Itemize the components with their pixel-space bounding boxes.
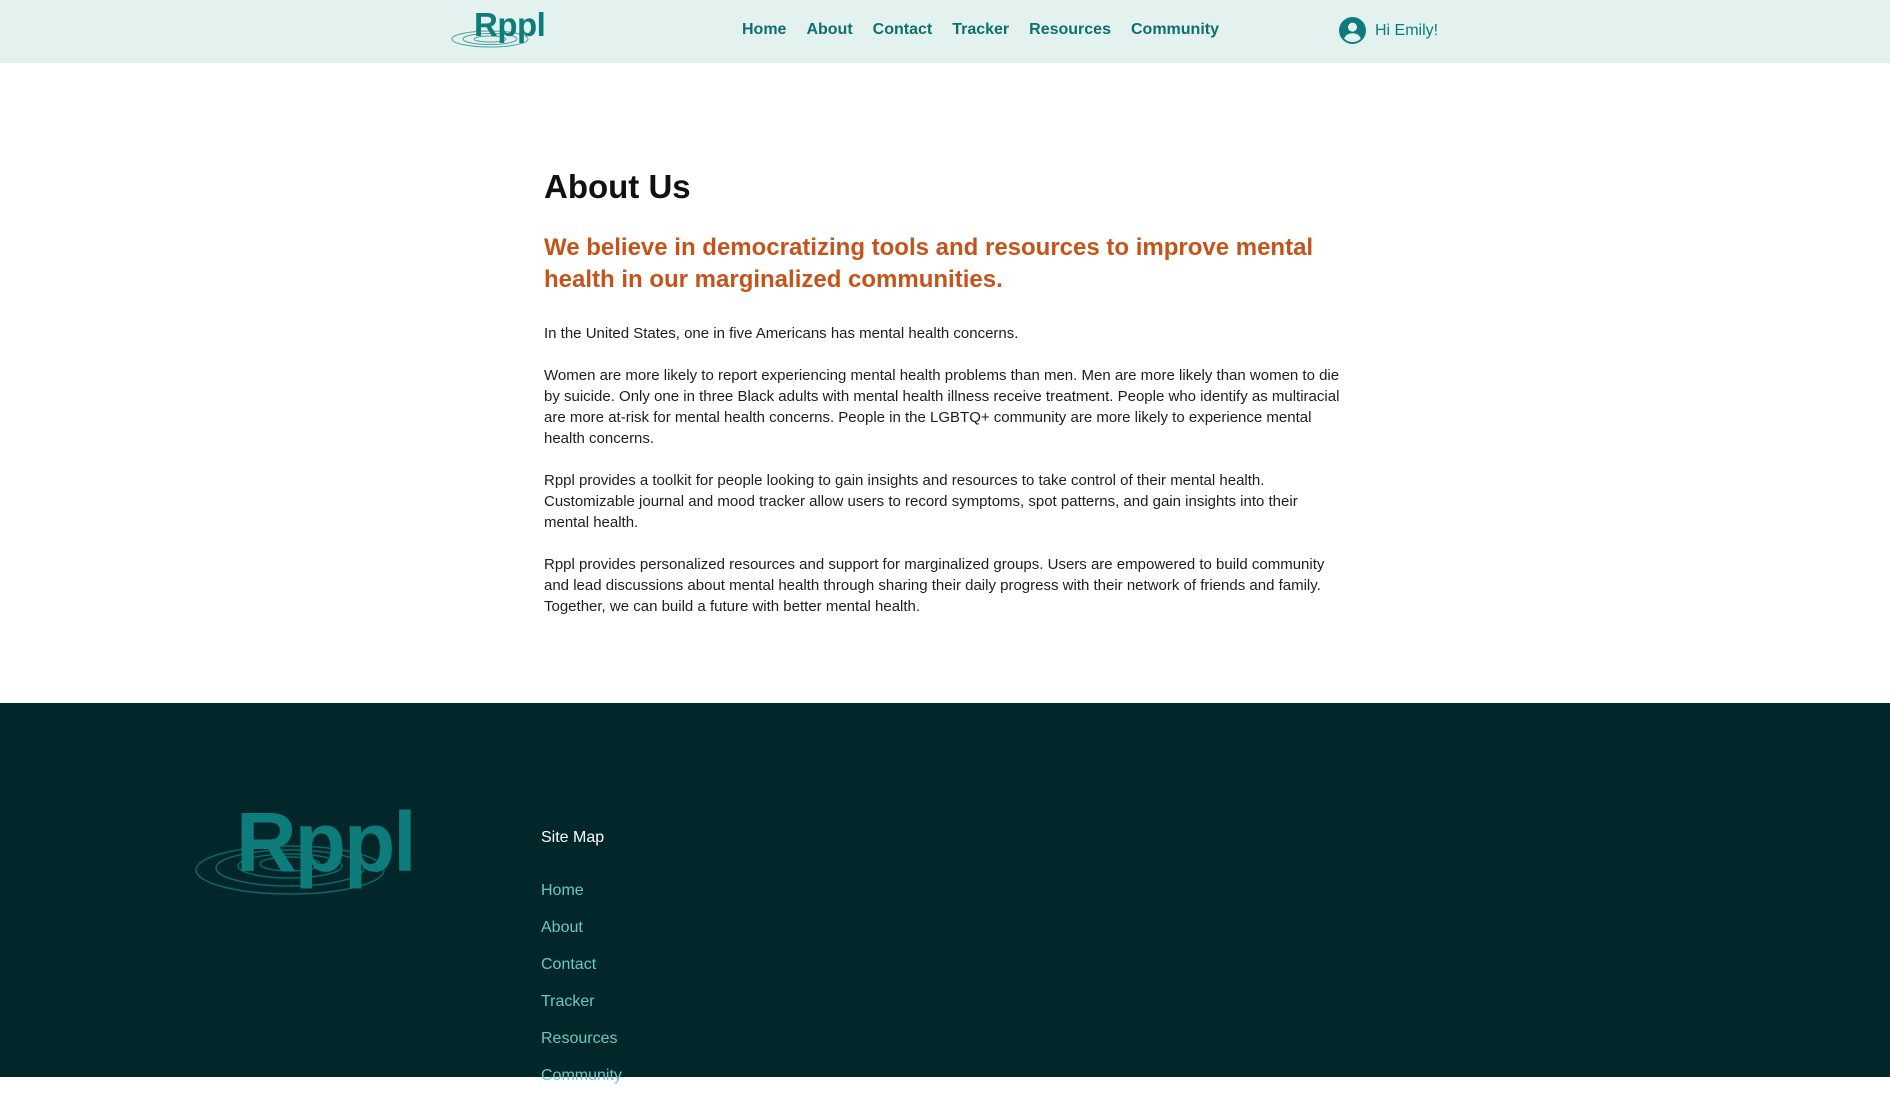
user-menu[interactable]: Hi Emily! (1339, 17, 1438, 44)
footer-logo[interactable]: Rppl (190, 795, 417, 908)
about-paragraph: Rppl provides a toolkit for people looki… (544, 472, 1298, 531)
about-paragraph: Rppl provides personalized resources and… (544, 556, 1325, 615)
about-paragraph: Women are more likely to report experien… (544, 367, 1340, 447)
user-circle-icon[interactable] (1339, 17, 1366, 44)
nav-home[interactable]: Home (742, 21, 786, 39)
sitemap-links: Home About Contact Tracker Resources Com… (541, 882, 622, 1104)
logo-wordmark: Rppl (474, 6, 546, 43)
nav-about[interactable]: About (806, 21, 852, 39)
footer-link-home[interactable]: Home (541, 882, 622, 919)
page-title: About Us (544, 168, 691, 205)
footer-logo-wordmark: Rppl (236, 795, 417, 889)
site-header: Rppl Home About Contact Tracker Resource… (0, 0, 1890, 63)
footer-link-about[interactable]: About (541, 919, 622, 956)
about-section: About Us We believe in democratizing too… (544, 168, 1354, 617)
site-footer: Rppl Site Map Home About Contact Tracker… (0, 703, 1890, 1084)
main-nav: Home About Contact Tracker Resources Com… (742, 21, 1219, 39)
nav-community[interactable]: Community (1131, 21, 1219, 39)
footer-link-tracker[interactable]: Tracker (541, 993, 622, 1030)
mission-tagline: We believe in democratizing tools and re… (544, 234, 1314, 293)
nav-contact[interactable]: Contact (873, 21, 933, 39)
rppl-logo[interactable]: Rppl (450, 4, 555, 50)
nav-tracker[interactable]: Tracker (952, 21, 1009, 39)
footer-link-contact[interactable]: Contact (541, 956, 622, 993)
about-paragraph: In the United States, one in five Americ… (544, 325, 1019, 342)
sitemap-heading: Site Map (541, 829, 605, 846)
nav-resources[interactable]: Resources (1029, 21, 1111, 39)
footer-link-community[interactable]: Community (541, 1067, 622, 1104)
footer-link-resources[interactable]: Resources (541, 1030, 622, 1067)
user-greeting: Hi Emily! (1375, 21, 1439, 39)
